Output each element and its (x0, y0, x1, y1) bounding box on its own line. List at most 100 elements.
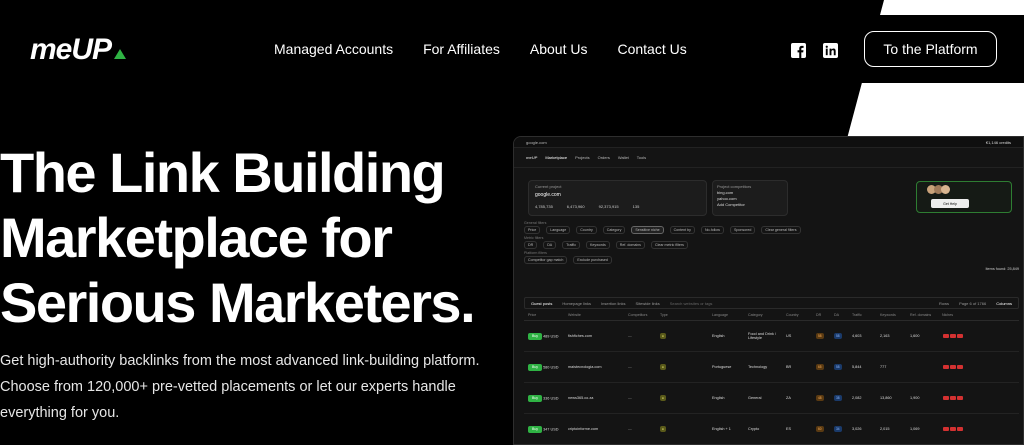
col-keywords: Keywords (880, 312, 896, 317)
filter-exclude-purchased[interactable]: Exclude purchased (573, 256, 612, 264)
clear-metric-filters[interactable]: Clear metric filters (650, 241, 688, 249)
table-row[interactable]: Buy 580 USD maistecnologia.com — ● Portu… (524, 352, 1019, 383)
row-niches (938, 333, 978, 339)
items-found: Items found: 25,849 (985, 267, 1019, 271)
dash-nav-projects[interactable]: Projects (575, 155, 589, 160)
tab-insertion-links[interactable]: Insertion links (601, 301, 625, 306)
tab-sitewide-links[interactable]: Sitewide links (636, 301, 660, 306)
filter-language[interactable]: Language (546, 226, 571, 234)
avatar (941, 185, 950, 194)
filter-traffic[interactable]: Traffic (562, 241, 580, 249)
main-nav: Managed Accounts For Affiliates About Us… (274, 41, 717, 57)
row-category: Technology (748, 365, 768, 369)
row-category: Food and Drink / Lifestyle (748, 332, 777, 340)
buy-button[interactable]: Buy (528, 394, 542, 402)
project-competitors-card: Project competitors bing.com yahoo.com A… (712, 180, 788, 216)
row-language: Portuguese (712, 365, 732, 369)
filters-panel: General filters Price Language Country C… (524, 221, 1019, 271)
row-traffic: 2,082 (852, 396, 862, 400)
tab-guest-posts[interactable]: Guest posts (531, 301, 552, 306)
filter-dr[interactable]: DR (524, 241, 538, 249)
row-site[interactable]: fishfiches.com (564, 334, 624, 338)
row-niches (938, 395, 978, 401)
to-the-platform-button[interactable]: To the Platform (864, 31, 997, 67)
project-stat: 4,785,735 (535, 204, 553, 209)
table-row[interactable]: Buy 347 USD criptoinforme.com — ● Englis… (524, 414, 1019, 444)
get-help-button[interactable]: Get Help (931, 199, 969, 208)
filter-competitor-gap[interactable]: Competitor gap match (524, 256, 568, 264)
row-ref-domains: 1,069 (910, 427, 920, 431)
dash-nav-tools[interactable]: Tools (637, 155, 646, 160)
buy-button[interactable]: Buy (528, 425, 542, 433)
row-country: US (786, 334, 792, 338)
current-project-label: Current project (535, 184, 562, 189)
row-keywords: 13,860 (880, 396, 892, 400)
filter-keywords[interactable]: Keywords (586, 241, 610, 249)
col-website: Website (568, 312, 581, 317)
filter-sponsored[interactable]: Sponsored (729, 226, 756, 234)
filter-content-by[interactable]: Content by (669, 226, 695, 234)
row-site[interactable]: criptoinforme.com (564, 427, 624, 431)
row-site[interactable]: maistecnologia.com (564, 365, 624, 369)
row-price: 336 USD (543, 396, 559, 400)
row-traffic: 3,026 (852, 427, 862, 431)
filter-price[interactable]: Price (524, 226, 541, 234)
rows-selector[interactable]: Rows (939, 301, 949, 306)
current-project-site: google.com (535, 192, 561, 198)
col-category: Category (748, 312, 763, 317)
listings-table: Guest posts Homepage links Insertion lin… (524, 297, 1019, 444)
row-ref-domains: 1,900 (910, 396, 920, 400)
table-row[interactable]: Buy 489 USD fishfiches.com — ● English F… (524, 321, 1019, 352)
row-niches (938, 364, 978, 370)
tab-homepage-links[interactable]: Homepage links (562, 301, 591, 306)
row-da: 58 (834, 333, 842, 339)
row-language: English (712, 396, 725, 400)
row-dr: 48 (816, 395, 824, 401)
buy-button[interactable]: Buy (528, 332, 542, 340)
row-country: ZA (786, 396, 791, 400)
project-stat: 92,373,915 (598, 204, 619, 209)
nav-managed-accounts[interactable]: Managed Accounts (274, 41, 393, 57)
meup-logo[interactable]: meUP (30, 33, 158, 65)
nav-contact-us[interactable]: Contact Us (617, 41, 686, 57)
filter-country[interactable]: Country (576, 226, 597, 234)
current-project-card: Current project google.com 4,785,735 6,4… (528, 180, 707, 216)
row-ref-domains: 1,600 (910, 334, 920, 338)
general-filters-row: Price Language Country Category Sensitiv… (524, 225, 1019, 235)
row-dr: 58 (816, 333, 824, 339)
svg-text:meUP: meUP (30, 33, 113, 65)
dash-nav-wallet[interactable]: Wallet (618, 155, 629, 160)
filter-category[interactable]: Category (602, 226, 626, 234)
row-da: 34 (834, 426, 842, 432)
col-country: Country (786, 312, 799, 317)
nav-for-affiliates[interactable]: For Affiliates (423, 41, 500, 57)
row-competitors: — (628, 365, 632, 369)
filter-ref-domains[interactable]: Ref. domains (615, 241, 645, 249)
filter-sensitive-niche[interactable]: Sensitive niche (631, 226, 664, 234)
linkedin-icon[interactable] (822, 42, 838, 58)
row-site[interactable]: news365.co.za (564, 396, 624, 400)
dash-nav-marketplace[interactable]: Marketplace (545, 155, 567, 160)
row-language: English + 1 (712, 427, 731, 431)
row-price: 347 USD (543, 427, 559, 431)
filter-da[interactable]: DA (543, 241, 557, 249)
project-stat: 6,473,960 (566, 204, 585, 209)
buy-button[interactable]: Buy (528, 363, 542, 371)
col-price: Price (528, 312, 537, 317)
row-country: BR (786, 365, 792, 369)
dashboard-nav: meUP Marketplace Projects Orders Wallet … (514, 148, 1023, 168)
table-row[interactable]: Buy 336 USD news365.co.za — ● English Ge… (524, 383, 1019, 414)
table-search-input[interactable]: Search websites or tags (670, 301, 713, 306)
col-niches: Niches (942, 312, 953, 317)
facebook-icon[interactable] (790, 42, 806, 58)
row-da: 58 (834, 364, 842, 370)
clear-general-filters[interactable]: Clear general filters (761, 226, 801, 234)
dashboard-logo: meUP (526, 155, 538, 160)
add-competitor-button[interactable]: Add Competitor (717, 202, 783, 208)
dash-nav-orders[interactable]: Orders (598, 155, 610, 160)
filter-no-follow[interactable]: No-follow (700, 226, 724, 234)
nav-about-us[interactable]: About Us (530, 41, 588, 57)
type-badge: ● (660, 364, 666, 370)
row-keywords: 2,015 (880, 427, 890, 431)
columns-button[interactable]: Columns (996, 301, 1012, 306)
